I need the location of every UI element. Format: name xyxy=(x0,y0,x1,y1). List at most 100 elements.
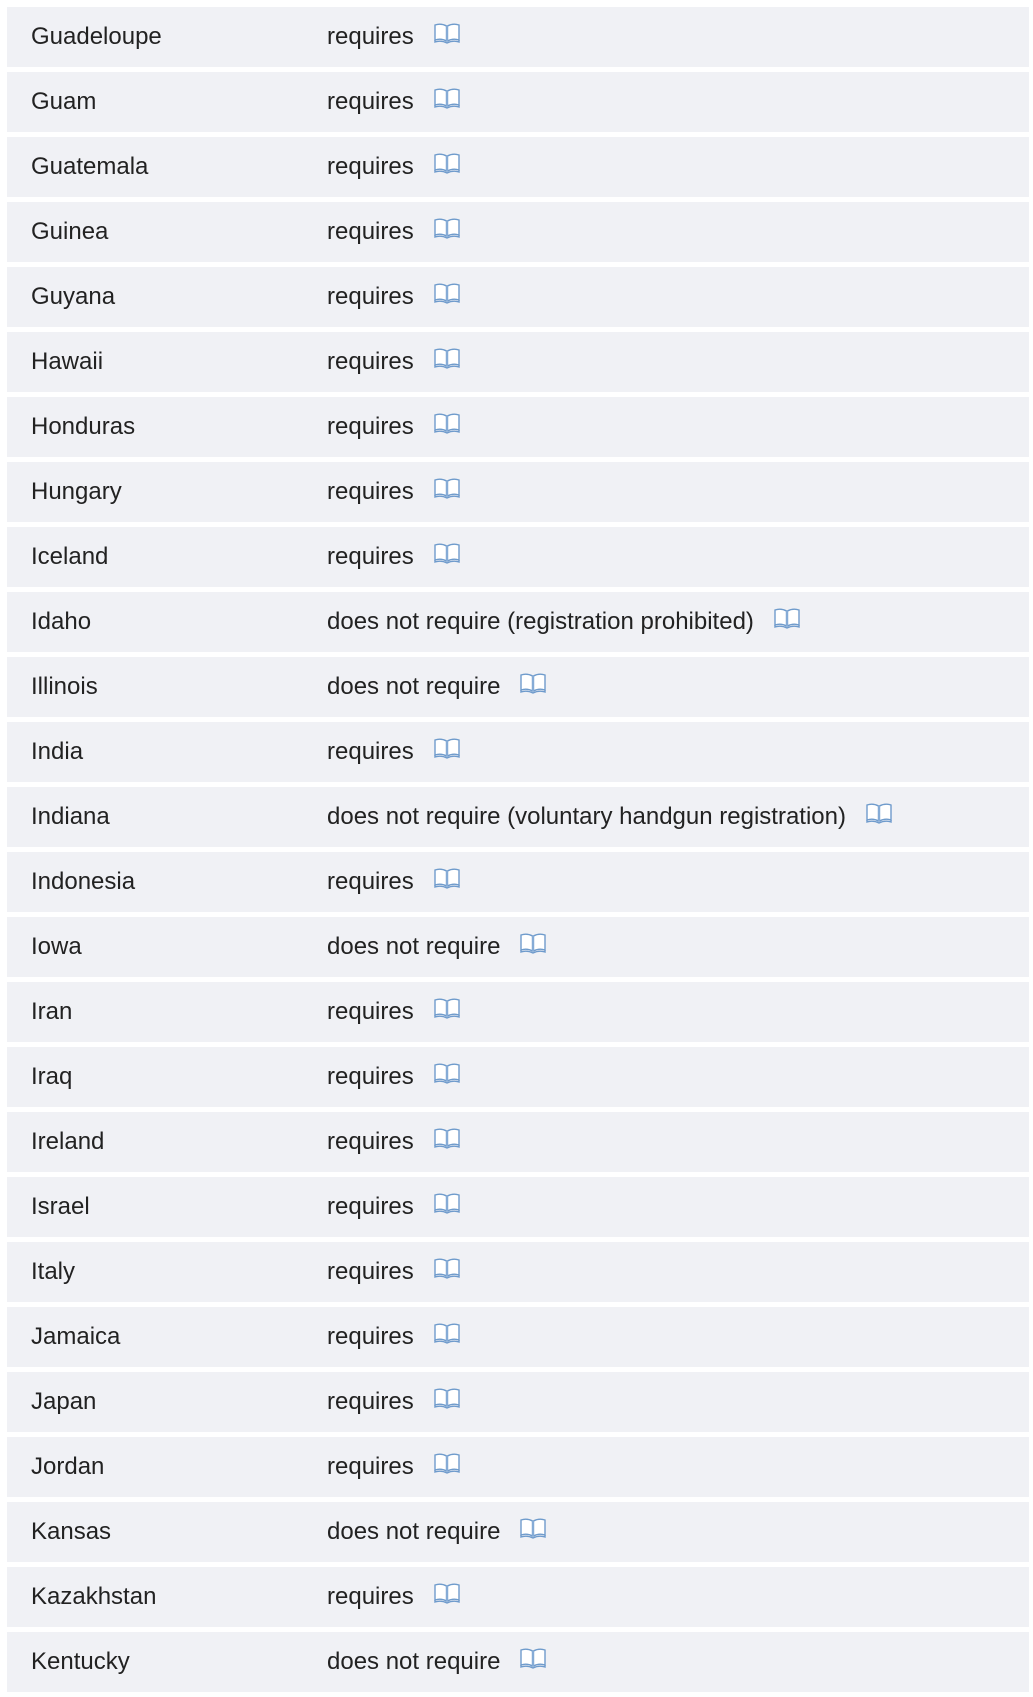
status-cell: requires xyxy=(327,1177,460,1237)
table-row: Jamaica requires xyxy=(7,1307,1029,1367)
book-icon[interactable] xyxy=(434,1322,460,1344)
book-icon[interactable] xyxy=(520,1647,547,1669)
status-text: requires xyxy=(327,283,414,310)
book-icon[interactable] xyxy=(434,217,460,239)
status-cell: requires xyxy=(327,1242,460,1302)
status-cell: requires xyxy=(327,1567,460,1627)
book-icon[interactable] xyxy=(520,1517,547,1539)
table-row: Iran requires xyxy=(7,982,1029,1042)
status-text: requires xyxy=(327,738,414,765)
country-name: Guam xyxy=(31,88,97,115)
country-name: Ireland xyxy=(31,1128,105,1155)
country-name: Italy xyxy=(31,1258,76,1285)
country-name: Idaho xyxy=(31,608,92,635)
country-name: Illinois xyxy=(31,673,98,700)
book-icon[interactable] xyxy=(434,737,460,759)
table-row: Kansas does not require xyxy=(7,1502,1029,1562)
book-icon[interactable] xyxy=(434,1062,460,1084)
country-name: Indonesia xyxy=(31,868,136,895)
status-text: requires xyxy=(327,998,414,1025)
book-icon[interactable] xyxy=(434,1192,460,1214)
book-icon[interactable] xyxy=(520,672,547,694)
country-name: Jordan xyxy=(31,1453,105,1480)
table-row: Guyana requires xyxy=(7,267,1029,327)
table-row: Indiana does not require (voluntary hand… xyxy=(7,787,1029,847)
book-icon[interactable] xyxy=(434,22,460,44)
status-cell: requires xyxy=(327,1112,460,1172)
status-text: does not require xyxy=(327,1648,501,1675)
status-text: requires xyxy=(327,1583,414,1610)
status-cell: requires xyxy=(327,1307,460,1367)
status-cell: does not require xyxy=(327,917,547,977)
book-icon[interactable] xyxy=(434,282,460,304)
book-icon[interactable] xyxy=(434,347,460,369)
status-cell: requires xyxy=(327,1437,460,1497)
country-name: Iceland xyxy=(31,543,109,570)
country-name: Japan xyxy=(31,1388,97,1415)
country-name: Iraq xyxy=(31,1063,73,1090)
status-text: requires xyxy=(327,1323,414,1350)
status-text: requires xyxy=(327,1193,414,1220)
status-cell: requires xyxy=(327,332,460,392)
status-cell: requires xyxy=(327,137,460,197)
country-name: Kentucky xyxy=(31,1648,130,1675)
country-name: Iran xyxy=(31,998,73,1025)
country-name: Iowa xyxy=(31,933,82,960)
country-name: Honduras xyxy=(31,413,136,440)
country-name: Guatemala xyxy=(31,153,149,180)
book-icon[interactable] xyxy=(434,1387,460,1409)
status-text: requires xyxy=(327,478,414,505)
country-name: Guyana xyxy=(31,283,116,310)
status-cell: requires xyxy=(327,267,460,327)
book-icon[interactable] xyxy=(520,932,547,954)
table-row: Guadeloupe requires xyxy=(7,7,1029,67)
book-icon[interactable] xyxy=(434,412,460,434)
status-text: requires xyxy=(327,1258,414,1285)
book-icon[interactable] xyxy=(434,1582,460,1604)
status-text: requires xyxy=(327,1128,414,1155)
book-icon[interactable] xyxy=(434,997,460,1019)
table-row: Honduras requires xyxy=(7,397,1029,457)
book-icon[interactable] xyxy=(434,152,460,174)
table-row: Ireland requires xyxy=(7,1112,1029,1172)
book-icon[interactable] xyxy=(774,607,800,629)
status-text: requires xyxy=(327,543,414,570)
status-text: does not require (registration prohibite… xyxy=(327,608,754,635)
table-row: Idaho does not require (registration pro… xyxy=(7,592,1029,652)
book-icon[interactable] xyxy=(434,1452,460,1474)
book-icon[interactable] xyxy=(434,1127,460,1149)
status-cell: requires xyxy=(327,1047,460,1107)
country-name: Guadeloupe xyxy=(31,23,162,50)
status-cell: does not require xyxy=(327,1632,547,1692)
status-text: does not require (voluntary handgun regi… xyxy=(327,803,846,830)
status-cell: does not require (registration prohibite… xyxy=(327,592,800,652)
book-icon[interactable] xyxy=(434,477,460,499)
country-name: Indiana xyxy=(31,803,110,830)
table-row: Kentucky does not require xyxy=(7,1632,1029,1692)
status-text: requires xyxy=(327,153,414,180)
table-row: Hungary requires xyxy=(7,462,1029,522)
book-icon[interactable] xyxy=(866,802,892,824)
status-text: requires xyxy=(327,1063,414,1090)
status-text: requires xyxy=(327,218,414,245)
table-row: Indonesia requires xyxy=(7,852,1029,912)
book-icon[interactable] xyxy=(434,1257,460,1279)
table-row: Guinea requires xyxy=(7,202,1029,262)
book-icon[interactable] xyxy=(434,542,460,564)
table-row: Kazakhstan requires xyxy=(7,1567,1029,1627)
status-cell: requires xyxy=(327,852,460,912)
status-text: does not require xyxy=(327,673,501,700)
status-cell: requires xyxy=(327,202,460,262)
book-icon[interactable] xyxy=(434,87,460,109)
country-name: Hawaii xyxy=(31,348,104,375)
status-cell: requires xyxy=(327,7,460,67)
country-name: Jamaica xyxy=(31,1323,121,1350)
status-cell: requires xyxy=(327,1372,460,1432)
status-text: requires xyxy=(327,1388,414,1415)
country-name: Israel xyxy=(31,1193,90,1220)
book-icon[interactable] xyxy=(434,867,460,889)
status-cell: requires xyxy=(327,462,460,522)
status-text: does not require xyxy=(327,933,501,960)
status-cell: does not require (voluntary handgun regi… xyxy=(327,787,892,847)
table-row: India requires xyxy=(7,722,1029,782)
